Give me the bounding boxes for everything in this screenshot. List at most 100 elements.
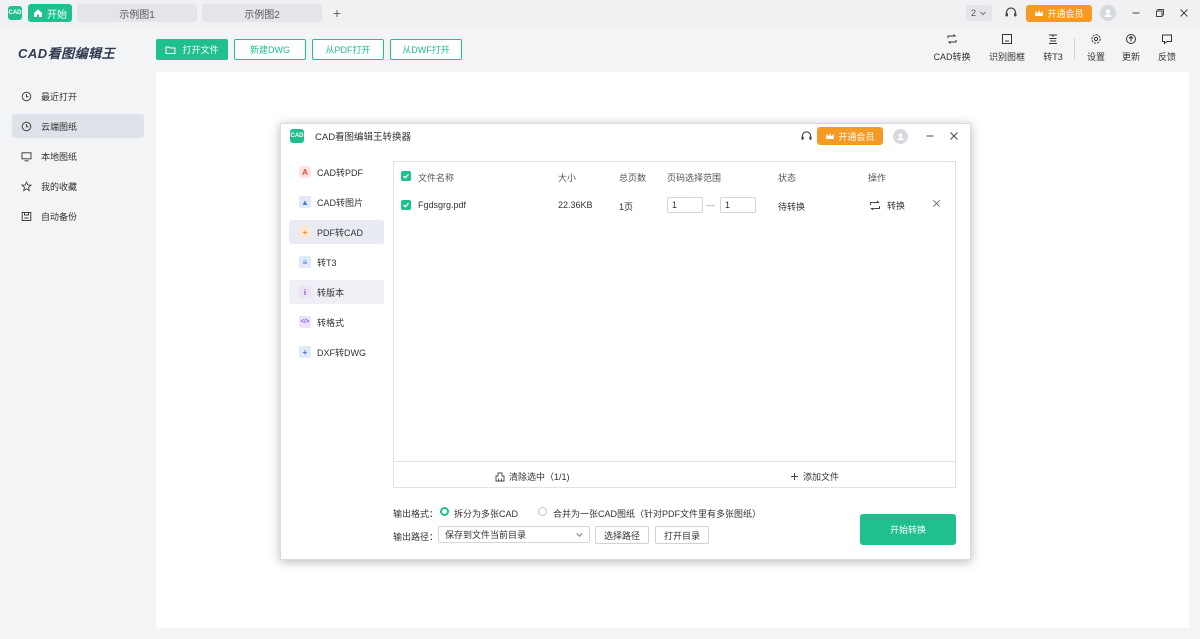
- add-file-label: 添加文件: [803, 472, 840, 482]
- open-from-dwf-label: 从DWF打开: [402, 45, 450, 55]
- sidebar-item-recent[interactable]: 最近打开: [12, 84, 144, 108]
- start-convert-button[interactable]: 开始转换: [860, 514, 956, 545]
- brand-logo: CAD看图编辑王: [18, 46, 116, 61]
- open-file-label: 打开文件: [182, 45, 219, 55]
- main-header: CAD看图编辑王 打开文件 新建DWG 从PDF打开 从DWF打开 CAD转换 …: [0, 26, 1200, 74]
- cloud-clock-icon: [21, 121, 32, 131]
- sidebar-item-label: 最近打开: [41, 91, 78, 102]
- check-icon: [403, 173, 409, 179]
- headset-icon[interactable]: [800, 130, 813, 143]
- restore-button[interactable]: [1148, 3, 1172, 23]
- sidebar-item-local[interactable]: 本地图纸: [12, 144, 144, 168]
- new-dwg-button[interactable]: 新建DWG: [234, 39, 306, 60]
- tab-home[interactable]: 开始: [28, 4, 72, 22]
- select-all-checkbox[interactable]: [401, 171, 411, 181]
- add-tab-button[interactable]: +: [327, 4, 347, 22]
- app-logo-icon: CAD: [8, 6, 22, 20]
- dialog-close-button[interactable]: [942, 126, 966, 146]
- row-checkbox[interactable]: [401, 200, 411, 210]
- page-range-to-value: 1: [725, 200, 731, 210]
- clear-selected-button[interactable]: 清除选中（1/1): [495, 470, 570, 483]
- menu-cad-to-image[interactable]: ▲ CAD转图片: [289, 190, 384, 214]
- crown-icon: [1035, 10, 1044, 16]
- menu-to-t3[interactable]: ≡ 转T3: [289, 250, 384, 274]
- tab-sample-2[interactable]: 示例图2: [202, 4, 322, 22]
- open-from-dwf-button[interactable]: 从DWF打开: [390, 39, 462, 60]
- cad-convert-tool[interactable]: CAD转换: [932, 33, 972, 63]
- open-directory-button[interactable]: 打开目录: [655, 526, 709, 544]
- update-icon: [1126, 34, 1136, 44]
- broom-icon: [495, 472, 505, 481]
- settings-tool[interactable]: 设置: [1085, 33, 1107, 63]
- update-tool[interactable]: 更新: [1120, 33, 1142, 63]
- dialog-user-avatar[interactable]: [893, 128, 908, 144]
- menu-dxf-to-dwg[interactable]: + DXF转DWG: [289, 340, 384, 364]
- menu-to-format[interactable]: </> 转格式: [289, 310, 384, 334]
- format-merge-label[interactable]: 合并为一张CAD图纸（针对PDF文件里有多张图纸）: [553, 507, 761, 520]
- headset-icon[interactable]: [1004, 6, 1018, 20]
- choose-path-button[interactable]: 选择路径: [595, 526, 649, 544]
- column-header-name: 文件名称: [418, 173, 455, 183]
- plus-orange-icon: +: [299, 226, 311, 238]
- file-name: Fgdsgrg.pdf: [418, 200, 467, 210]
- tab-sample-1-label: 示例图1: [119, 9, 155, 21]
- feedback-icon: [1162, 34, 1172, 45]
- column-header-range: 页码选择范围: [667, 173, 722, 183]
- format-split-label[interactable]: 拆分为多张CAD: [454, 507, 518, 520]
- dialog-minimize-button[interactable]: [918, 126, 942, 146]
- sidebar-item-label: 我的收藏: [41, 181, 78, 192]
- plus-blue-icon: +: [299, 346, 311, 358]
- sidebar-item-cloud[interactable]: 云端图纸: [12, 114, 144, 138]
- output-path-select[interactable]: 保存到文件当前目录: [438, 526, 590, 543]
- page-range-to-input[interactable]: 1: [720, 197, 756, 213]
- feedback-label: 反馈: [1157, 52, 1176, 62]
- dialog-title-bar[interactable]: CAD CAD看图编辑王转换器 开通会员: [281, 124, 972, 148]
- column-header-size: 大小: [558, 173, 577, 183]
- row-remove-button[interactable]: [932, 199, 941, 211]
- title-bar: CAD 开始 示例图1 示例图2 + 2 开通会员: [0, 0, 1200, 26]
- menu-pdf-to-cad-label: PDF转CAD: [317, 227, 364, 238]
- close-icon: [1180, 9, 1188, 17]
- clear-selected-label: 清除选中（1/1): [509, 472, 570, 482]
- star-icon: [21, 180, 32, 192]
- open-from-pdf-button[interactable]: 从PDF打开: [312, 39, 384, 60]
- frame-icon: [1002, 34, 1012, 44]
- pdf-icon: A: [299, 166, 311, 178]
- row-convert-button[interactable]: 转换: [869, 199, 905, 212]
- start-convert-label: 开始转换: [889, 525, 926, 535]
- file-size: 22.36KB: [558, 200, 593, 210]
- format-split-radio[interactable]: [440, 507, 449, 516]
- row-convert-label: 转换: [887, 201, 906, 211]
- to-t3-tool[interactable]: 转T3: [1040, 33, 1066, 63]
- dialog-vip-button[interactable]: 开通会员: [817, 127, 883, 145]
- close-icon: [950, 132, 958, 140]
- open-file-button[interactable]: 打开文件: [156, 39, 228, 60]
- close-icon: [933, 200, 940, 207]
- vip-button[interactable]: 开通会员: [1026, 4, 1092, 22]
- sidebar: 最近打开 云端图纸 本地图纸 我的收藏 自动备份: [0, 74, 156, 639]
- minimize-button[interactable]: [1124, 3, 1148, 23]
- sidebar-item-favorites[interactable]: 我的收藏: [12, 174, 144, 198]
- page-range-from-input[interactable]: 1: [667, 197, 703, 213]
- format-merge-radio[interactable]: [538, 507, 547, 516]
- feedback-tool[interactable]: 反馈: [1156, 33, 1178, 63]
- user-icon: [1104, 9, 1112, 17]
- toolbar-divider: [1074, 38, 1075, 60]
- sidebar-item-backup[interactable]: 自动备份: [12, 204, 144, 228]
- tab-sample-1[interactable]: 示例图1: [77, 4, 197, 22]
- add-file-button[interactable]: 添加文件: [790, 470, 839, 483]
- sidebar-item-label: 云端图纸: [41, 121, 78, 132]
- menu-to-version[interactable]: i 转版本: [289, 280, 384, 304]
- dialog-app-icon: CAD: [290, 129, 304, 143]
- menu-pdf-to-cad[interactable]: + PDF转CAD: [289, 220, 384, 244]
- settings-label: 设置: [1086, 52, 1105, 62]
- info-icon: i: [299, 286, 311, 298]
- clock-icon: [21, 91, 32, 101]
- monitor-icon: [21, 151, 32, 161]
- document-count-dropdown[interactable]: 2: [966, 5, 992, 21]
- user-avatar[interactable]: [1100, 5, 1116, 21]
- detect-frame-tool[interactable]: 识别图框: [987, 33, 1027, 63]
- menu-cad-to-pdf-label: CAD转PDF: [317, 167, 364, 178]
- menu-cad-to-pdf[interactable]: A CAD转PDF: [289, 160, 384, 184]
- close-window-button[interactable]: [1172, 3, 1196, 23]
